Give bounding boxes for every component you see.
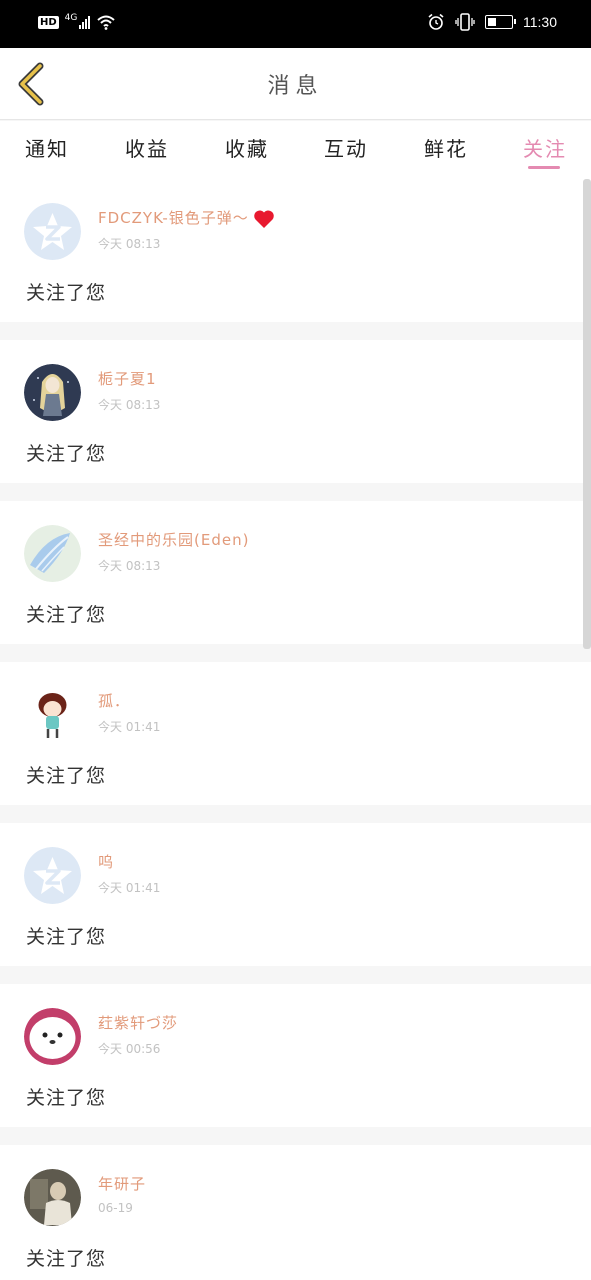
notification-item[interactable]: FDCZYK-银色子弹～ 今天 08:13 关注了您: [0, 179, 591, 322]
avatar[interactable]: [24, 525, 81, 582]
timestamp: 今天 01:41: [98, 720, 161, 734]
timestamp: 今天 08:13: [98, 237, 161, 251]
avatar[interactable]: [24, 847, 81, 904]
hd-badge: HD: [38, 15, 59, 29]
tab-flowers[interactable]: 鲜花: [424, 133, 468, 162]
alarm-icon: [428, 13, 444, 30]
battery-icon: [485, 15, 516, 29]
timestamp: 今天 01:41: [98, 881, 161, 895]
avatar[interactable]: [24, 364, 81, 421]
status-time: 11:30: [523, 14, 557, 30]
timestamp: 今天 08:13: [98, 559, 161, 573]
action-text: 关注了您: [26, 443, 107, 465]
action-text: 关注了您: [26, 926, 107, 948]
user-name[interactable]: 孤．: [98, 690, 130, 711]
action-text: 关注了您: [26, 1248, 107, 1270]
timestamp: 今天 00:56: [98, 1042, 161, 1056]
tab-earnings[interactable]: 收益: [125, 133, 169, 162]
network-type: 4G: [64, 13, 78, 23]
wifi-icon: [97, 15, 116, 30]
tab-interactions[interactable]: 互动: [324, 133, 368, 162]
tab-favorites[interactable]: 收藏: [225, 133, 269, 162]
status-bar: HD 4G 11:30: [0, 0, 591, 48]
user-name[interactable]: 呜: [98, 851, 114, 872]
action-text: 关注了您: [26, 282, 107, 304]
action-text: 关注了您: [26, 604, 107, 626]
notification-item[interactable]: 呜 今天 01:41 关注了您: [0, 823, 591, 966]
user-name[interactable]: 栀子夏1: [98, 368, 157, 389]
header: 消息: [0, 48, 591, 120]
page-title: 消息: [267, 74, 324, 99]
user-name[interactable]: 年研子: [98, 1173, 146, 1194]
notification-item[interactable]: 荭紫轩づ莎 今天 00:56 关注了您: [0, 984, 591, 1127]
action-text: 关注了您: [26, 1087, 107, 1109]
notification-item[interactable]: 栀子夏1 今天 08:13 关注了您: [0, 340, 591, 483]
action-text: 关注了您: [26, 765, 107, 787]
avatar[interactable]: [24, 686, 81, 743]
user-name[interactable]: FDCZYK-银色子弹～: [98, 207, 275, 229]
user-name[interactable]: 荭紫轩づ莎: [98, 1012, 178, 1033]
status-left: HD 4G: [38, 13, 116, 30]
vibrate-icon: [455, 13, 475, 31]
notification-item[interactable]: 年研子 06-19 关注了您: [0, 1145, 591, 1280]
active-tab-indicator: [528, 166, 560, 169]
avatar[interactable]: [24, 1008, 81, 1065]
signal-icon: [79, 15, 91, 29]
heart-icon: [254, 209, 274, 228]
status-right: 11:30: [427, 13, 557, 31]
tab-notifications[interactable]: 通知: [25, 133, 69, 162]
timestamp: 今天 08:13: [98, 398, 161, 412]
scrollbar[interactable]: [583, 179, 591, 649]
user-name[interactable]: 圣经中的乐园(Eden): [98, 529, 249, 550]
notification-item[interactable]: 圣经中的乐园(Eden) 今天 08:13 关注了您: [0, 501, 591, 644]
avatar[interactable]: [24, 1169, 81, 1226]
timestamp: 06-19: [98, 1201, 133, 1215]
avatar[interactable]: [24, 203, 81, 260]
notification-item[interactable]: 孤． 今天 01:41 关注了您: [0, 662, 591, 805]
tab-follows[interactable]: 关注: [523, 133, 567, 162]
tab-bar: 通知 收益 收藏 互动 鲜花 关注: [0, 121, 591, 179]
